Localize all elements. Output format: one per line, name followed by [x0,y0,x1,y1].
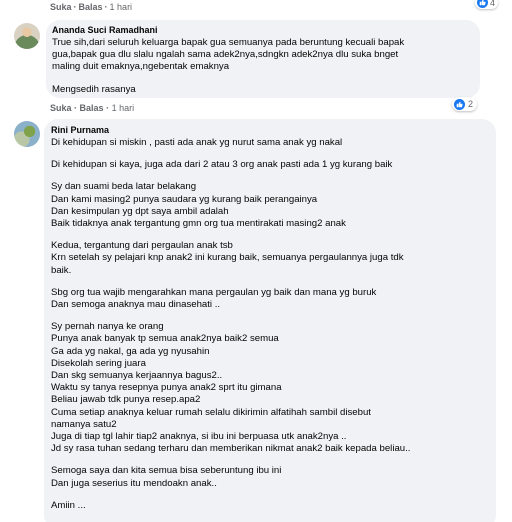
avatar[interactable] [14,23,40,49]
comment-text-line: Krn setelah sy pelajari knp anak2 ini ku… [51,252,404,264]
comment-text-line: Cuma setiap anaknya keluar rumah selalu … [51,406,371,418]
comment-time[interactable]: 1 hari [110,2,133,12]
reaction-summary[interactable]: 4 [474,0,498,9]
comment-text-line: Mengsedih rasanya [52,83,136,95]
comment-text-line: Dan kami masing2 punya saudara yg kurang… [51,193,318,205]
comment-text-line: Baik tidaknya anak tergantung gmn org tu… [51,218,346,230]
comment-bubble: Ananda Suci Ramadhani True sih,dari selu… [46,20,480,98]
comment-text-line: namanya satu2 [51,418,117,430]
comment-author[interactable]: Rini Purnama [51,125,486,136]
separator-dot: · [73,2,77,12]
comment-text-line: Dan juga seserius itu mendoakn anak.. [51,477,217,489]
comment-text-line: baik. [51,264,72,276]
comment-bubble: Rini Purnama Di kehidupan si miskin , pa… [44,119,496,522]
comment-text-line: Beliau jawab tdk punya resep.apa2 [51,394,201,406]
like-link[interactable]: Suka [50,2,72,12]
separator-dot: · [104,2,108,12]
comment-text-line: Di kehidupan si miskin , pasti ada anak … [51,137,343,148]
comment-text-line: Punya anak banyak tp semua anak2nya baik… [51,333,279,345]
reply-link[interactable]: Balas [80,103,104,113]
comment-text-line: Semoga saya dan kita semua bisa seberunt… [51,465,282,477]
comment-text-line: Juga di tiap tgl lahir tiap2 anaknya, si… [51,431,347,443]
prev-comment-actions: Suka · Balas · 1 hari [50,2,132,12]
comment-text-line: Sy dan suami beda latar belakang [51,181,197,193]
reaction-summary[interactable]: 2 [452,97,478,111]
like-link[interactable]: Suka [50,103,72,113]
comment-text-line: Kedua, tergantung dari pergaulan anak ts… [51,240,233,252]
comment-time[interactable]: 1 hari [112,103,135,113]
like-icon [454,98,465,110]
comment-author[interactable]: Ananda Suci Ramadhani [52,25,470,36]
comment-text-line: Sbg org tua wajib mengarahkan mana perga… [51,286,377,298]
comment-text-line: maling duit emaknya,ngebentak emaknya [52,61,230,73]
comment-text-line: Dan kesimpulan yg dpt saya ambil adalah [51,205,229,217]
comment-text-line: Di kehidupan si kaya, juga ada dari 2 at… [51,159,393,171]
comment-text-line: Dan semoga anaknya mau dinasehati .. [51,299,221,311]
comment-text-line: Dan skg semuanya kerjaannya bagus2.. [51,370,223,382]
comment-text-line: Jd sy rasa tuhan sedang terharu dan memb… [51,443,411,455]
comment-text-line: Waktu sy tanya resepnya punya anak2 sprt… [51,382,282,394]
comment-text-line: True sih,dari seluruh keluarga bapak gua… [52,37,405,48]
like-icon [476,0,488,8]
reaction-count: 4 [489,0,495,8]
comment-text-line: Ga ada yg nakal, ga ada yg nyusahin [51,345,210,357]
avatar[interactable] [14,121,40,147]
reply-link[interactable]: Balas [79,2,103,12]
comment-text-line: Disekolah sering juara [51,357,146,369]
comment-text-line: Sy pernah nanya ke orang [51,321,164,333]
comment-actions: Suka · Balas · 1 hari [50,103,134,113]
comment-text-line: Amiin ... [51,499,86,511]
comment-text-line: gua,bapak gua dlu slalu ngalah sama adek… [52,49,399,61]
reaction-count: 2 [468,99,474,109]
